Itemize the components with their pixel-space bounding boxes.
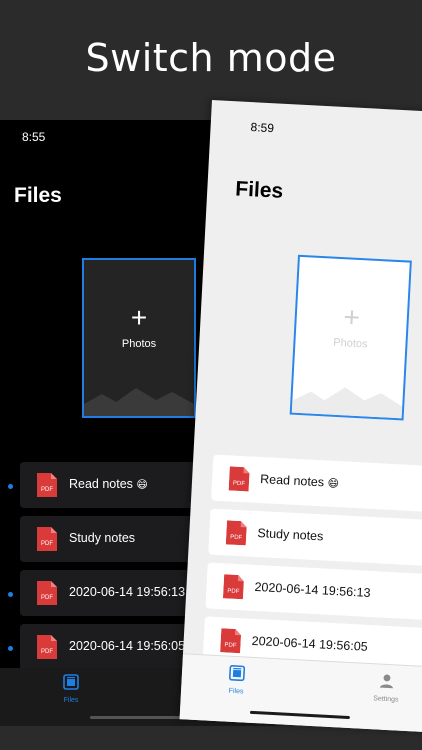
light-phone-screen: 8:59 Files + Photos PDF Read notes 😄 PDF… (179, 100, 422, 734)
status-time: 8:59 (250, 120, 275, 136)
file-name: 2020-06-14 19:56:05 (69, 639, 186, 653)
pdf-icon-text: PDF (227, 588, 240, 595)
person-icon (378, 673, 395, 690)
plus-icon: + (130, 302, 148, 333)
file-name: 2020-06-14 19:56:13 (254, 579, 371, 600)
pdf-icon-text: PDF (233, 481, 246, 488)
file-row-study-notes[interactable]: PDF Study notes (208, 508, 422, 567)
file-name: Study notes (69, 531, 136, 545)
unread-dot (8, 592, 13, 597)
file-row-2020-06-14-195613[interactable]: PDF 2020-06-14 19:56:13 (205, 562, 422, 621)
unread-dot (8, 484, 13, 489)
headline: Switch mode (85, 36, 337, 80)
plus-icon: + (342, 301, 361, 334)
pdf-icon: PDF (37, 635, 57, 659)
tab-files[interactable]: Files (58, 674, 84, 704)
pdf-icon: PDF (37, 473, 57, 497)
mountains-icon (84, 388, 194, 416)
file-name: Study notes (257, 525, 324, 544)
pdf-icon: PDF (220, 628, 242, 654)
mountains-icon (291, 387, 403, 419)
add-photos-tile[interactable]: + Photos (82, 258, 196, 418)
tab-files-label: Files (63, 697, 79, 704)
pdf-icon-text: PDF (224, 642, 237, 649)
pdf-icon: PDF (225, 520, 247, 546)
files-icon (228, 665, 246, 682)
file-name: 2020-06-14 19:56:13 (69, 585, 186, 599)
pdf-icon-text: PDF (41, 649, 53, 655)
pdf-icon-text: PDF (230, 535, 243, 542)
pdf-icon: PDF (228, 466, 250, 492)
pdf-icon-text: PDF (41, 487, 53, 493)
tab-files-label: Files (228, 687, 244, 696)
file-row-read-notes[interactable]: PDF Read notes 😄 (211, 454, 422, 514)
tab-settings-label: Settings (373, 695, 399, 704)
grin-emoji-icon: 😄 (136, 478, 148, 491)
unread-dot (8, 646, 13, 651)
file-name: 2020-06-14 19:56:05 (251, 633, 369, 654)
pdf-icon: PDF (222, 574, 244, 600)
tab-settings[interactable]: Settings (371, 672, 403, 704)
file-name: Read notes 😄 (69, 477, 148, 491)
page-title: Files (14, 184, 62, 207)
grin-emoji-icon: 😄 (327, 476, 340, 491)
file-name: Read notes 😄 (259, 472, 340, 491)
add-photos-tile[interactable]: + Photos (289, 254, 412, 421)
pdf-icon-text: PDF (41, 595, 53, 601)
home-indicator (90, 716, 190, 719)
status-time: 8:55 (22, 130, 46, 144)
pdf-icon: PDF (37, 581, 57, 605)
add-photos-label: Photos (333, 336, 368, 351)
files-icon (63, 674, 79, 690)
add-photos-label: Photos (121, 338, 157, 350)
page-title: Files (234, 177, 284, 203)
pdf-icon: PDF (37, 527, 57, 551)
pdf-icon-text: PDF (41, 541, 53, 547)
tab-files[interactable]: Files (223, 664, 251, 695)
